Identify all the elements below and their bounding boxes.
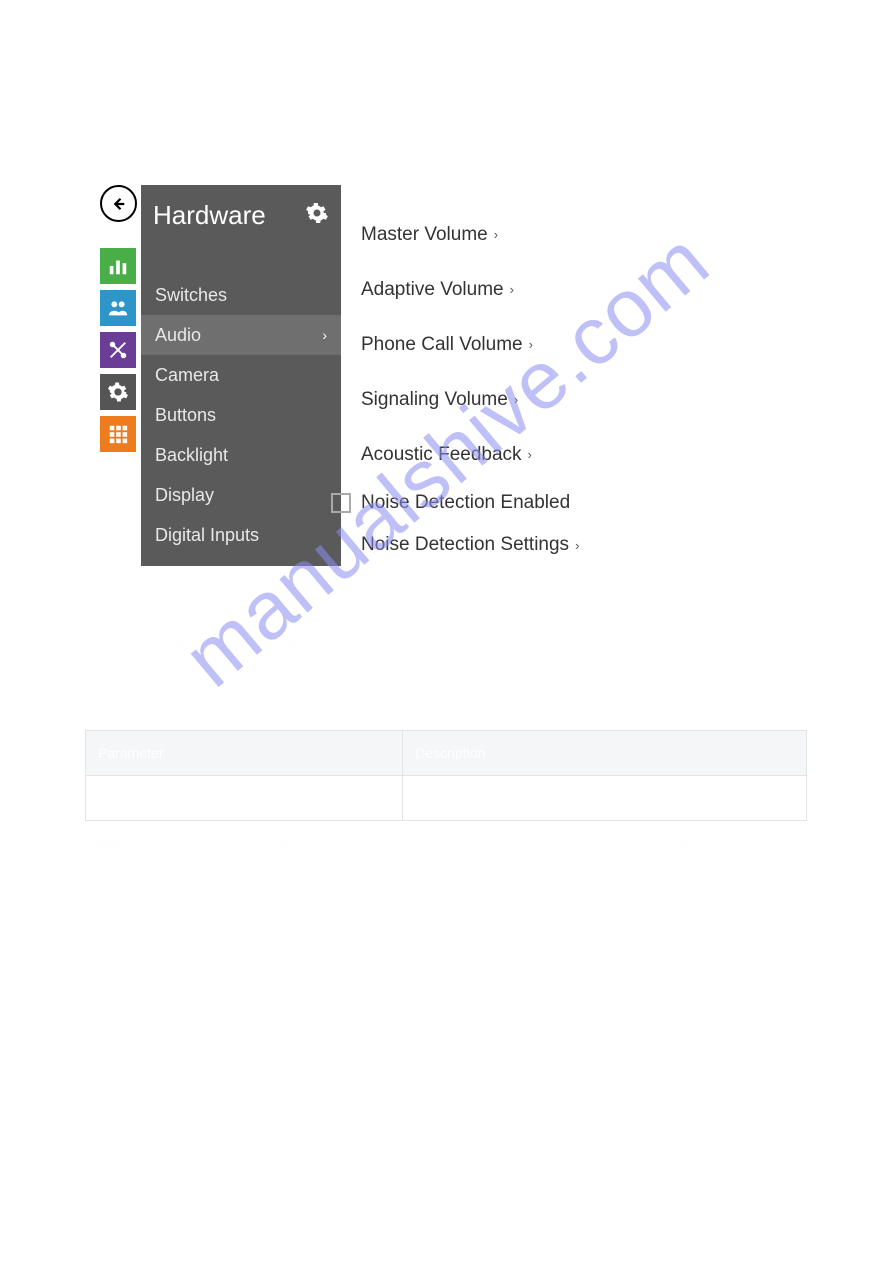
setting-master-volume[interactable]: Master Volume › [361,207,661,262]
table-row: Master Volume Configure volume of all in… [86,776,807,821]
chevron-right-icon: › [494,227,498,242]
sidebar-item-label: Audio [155,325,201,346]
chevron-right-icon: › [510,282,514,297]
icon-column [100,185,141,566]
hardware-title: Hardware [153,200,266,231]
gear-icon[interactable] [305,201,329,230]
audio-settings-list: Master Volume › Adaptive Volume › Phone Ca… [361,185,661,566]
checkbox-label: Noise Detection Enabled [361,492,570,514]
table-header-description: Description [403,731,807,776]
chevron-right-icon: › [575,538,579,553]
sidebar-item-audio[interactable]: Audio › [141,315,341,355]
note-text: If also used for phone calls, ensure tha… [132,837,693,853]
note-block: NOTE: If also used for phone calls, ensu… [85,835,807,856]
settings-tile-icon[interactable] [100,374,136,410]
setting-noise-detection-enabled[interactable]: Noise Detection Enabled [361,482,661,524]
sidebar-item-buttons[interactable]: Buttons [141,395,341,435]
sidebar-item-switches[interactable]: Switches [141,275,341,315]
setting-label: Noise Detection Settings [361,534,569,556]
sidebar-item-label: Camera [155,365,219,386]
hardware-header: Hardware [141,185,341,245]
people-icon[interactable] [100,290,136,326]
chevron-right-icon: › [322,327,327,343]
table-header-parameter: Parameter [86,731,403,776]
hardware-list: Switches Audio › Camera Buttons Backlight… [141,245,341,555]
setting-label: Signaling Volume [361,389,508,411]
setting-label: Phone Call Volume [361,334,523,356]
setting-label: Master Volume [361,224,488,246]
table-cell-param: Master Volume [86,776,403,821]
sidebar-item-label: Display [155,485,214,506]
sidebar-item-camera[interactable]: Camera [141,355,341,395]
chevron-right-icon: › [529,337,533,352]
sidebar-item-backlight[interactable]: Backlight [141,435,341,475]
sidebar-item-label: Backlight [155,445,228,466]
sidebar-item-label: Switches [155,285,227,306]
checkbox-icon[interactable] [331,493,351,513]
setting-label: Acoustic Feedback [361,444,522,466]
back-button[interactable] [100,185,137,222]
table-cell-desc: Configure volume of all integrated speak… [403,776,807,821]
sidebar-item-display[interactable]: Display [141,475,341,515]
chart-icon[interactable] [100,248,136,284]
hardware-panel: Hardware Switches Audio › Camera Buttons … [141,185,341,566]
setting-label: Adaptive Volume [361,279,504,301]
parameter-table: Parameter Description Master Volume Conf… [85,730,807,821]
setting-phone-call-volume[interactable]: Phone Call Volume › [361,317,661,372]
setting-noise-detection-settings[interactable]: Noise Detection Settings › [361,524,661,566]
tools-icon[interactable] [100,332,136,368]
figure-caption: Figure 21: Hardware config - Audio [85,636,301,652]
setting-acoustic-feedback[interactable]: Acoustic Feedback › [361,427,661,482]
sidebar-item-digital-inputs[interactable]: Digital Inputs [141,515,341,555]
note-label: NOTE: [85,837,129,853]
setting-signaling-volume[interactable]: Signaling Volume › [361,372,661,427]
screenshot-region: Hardware Switches Audio › Camera Buttons … [100,185,720,566]
chevron-right-icon: › [514,392,518,407]
intro-paragraph: The audio section is reserved for config… [85,670,805,690]
setting-adaptive-volume[interactable]: Adaptive Volume › [361,262,661,317]
grid-icon[interactable] [100,416,136,452]
sidebar-item-label: Buttons [155,405,216,426]
parameter-table-wrap: Parameter Description Master Volume Conf… [85,730,807,856]
sidebar-item-label: Digital Inputs [155,525,259,546]
chevron-right-icon: › [528,447,532,462]
